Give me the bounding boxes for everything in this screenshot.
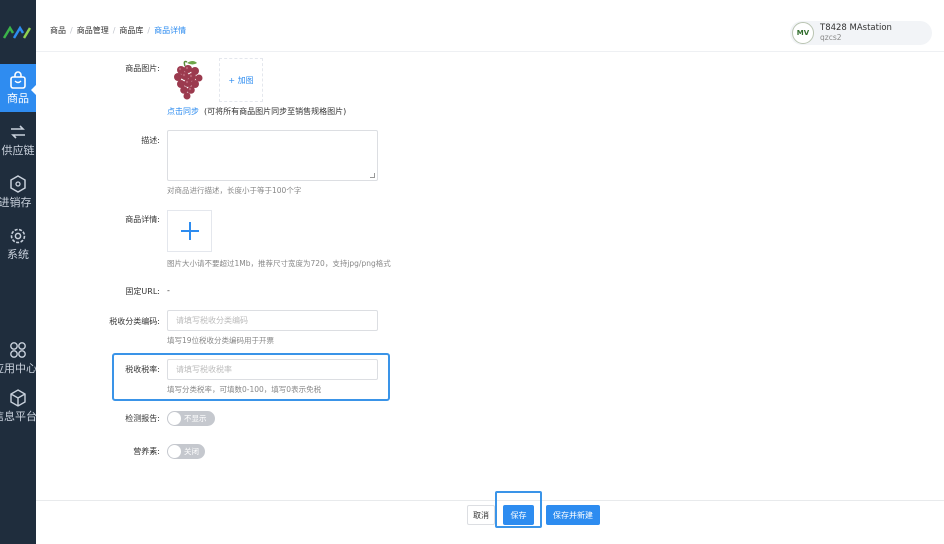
inventory-icon [10,175,26,193]
sidebar-item-label: 信息平台 [0,410,36,423]
sidebar-item-label: 供应链 [1,144,35,157]
sync-images-link[interactable]: 点击同步 [167,106,199,117]
sidebar-item-inventory[interactable]: 进销存 [0,168,36,216]
supply-chain-icon [11,125,25,139]
user-menu[interactable]: MV T8428 MAstation qzcs2 [790,21,932,45]
cancel-button[interactable]: 取消 [467,505,495,525]
plus-icon [180,222,199,240]
save-button-highlight [495,491,542,528]
detail-upload-button[interactable] [167,210,212,252]
resize-handle-icon[interactable] [370,173,375,178]
description-label: 描述: [141,136,160,145]
tax-code-input[interactable]: 请填写税收分类编码 [167,310,378,331]
sidebar-item-label: 进销存 [0,196,32,209]
breadcrumb-item[interactable]: 商品管理 [77,25,109,36]
nutrition-label: 营养素: [133,447,160,456]
sidebar-item-info-platform[interactable]: 信息平台 [0,382,36,430]
gear-icon [10,228,26,244]
toggle-knob [168,445,181,458]
breadcrumb-item[interactable]: 商品库 [119,25,143,36]
inspection-report-label: 检测报告: [125,414,160,423]
sidebar-item-system[interactable]: 系统 [0,220,36,268]
sidebar-item-label: 应用中心 [0,362,36,375]
sidebar-item-label: 商品 [7,92,29,105]
sidebar-item-label: 系统 [7,248,29,261]
brand-logo [2,25,32,39]
product-detail-form: 商品图片: + 加图 点击同步 (可将所有商品图片同步至销售规格图片) 描述: … [36,52,944,500]
toggle-text: 关闭 [184,447,199,456]
nutrition-toggle[interactable]: 关闭 [167,444,205,459]
description-textarea[interactable] [167,130,378,181]
breadcrumb-separator: / [147,26,151,35]
tax-rate-label: 税收税率: [125,365,160,374]
user-name: T8428 MAstation [820,23,892,33]
tax-code-hint: 填写19位税收分类编码用于开票 [167,336,275,345]
toggle-knob [168,412,181,425]
product-image-label: 商品图片: [125,64,160,73]
breadcrumb-item[interactable]: 商品 [50,25,66,36]
fixed-url-value: - [167,286,170,295]
user-account: qzcs2 [820,33,842,42]
product-detail-label: 商品详情: [125,215,160,224]
tax-code-label: 税收分类编码: [109,317,160,326]
tax-rate-hint: 填写分类税率，可填数0-100，填写0表示免税 [167,385,322,394]
user-info: T8428 MAstation qzcs2 [820,23,892,43]
detail-hint: 图片大小请不要超过1Mb，推荐尺寸宽度为720，支持jpg/png格式 [167,259,391,268]
bag-icon [10,71,26,89]
toggle-text: 不显示 [184,414,207,423]
inspection-report-toggle[interactable]: 不显示 [167,411,215,426]
sidebar: 商品 供应链 进销存 系统 应用中心 信息平台 [0,0,36,544]
sidebar-item-supply-chain[interactable]: 供应链 [0,116,36,164]
breadcrumb-separator: / [70,26,73,35]
top-bar: 商品 / 商品管理 / 商品库 / 商品详情 MV T8428 MAstatio… [36,0,944,52]
fixed-url-label: 固定URL: [125,287,160,296]
breadcrumb-current: 商品详情 [154,26,187,35]
sync-images-note: (可将所有商品图片同步至销售规格图片) [204,107,347,116]
breadcrumb: 商品 / 商品管理 / 商品库 / 商品详情 [50,25,186,36]
save-and-new-button[interactable]: 保存并新建 [546,505,600,525]
sidebar-item-app-center[interactable]: 应用中心 [0,334,36,382]
cube-icon [10,389,26,407]
avatar: MV [792,22,814,44]
add-image-button[interactable]: + 加图 [219,58,263,102]
apps-icon [10,342,26,358]
breadcrumb-separator: / [112,26,116,35]
tax-rate-input[interactable]: 请填写税收税率 [167,359,378,380]
product-image-thumbnail[interactable] [167,58,211,102]
description-hint: 对商品进行描述，长度小于等于100个字 [167,186,302,195]
